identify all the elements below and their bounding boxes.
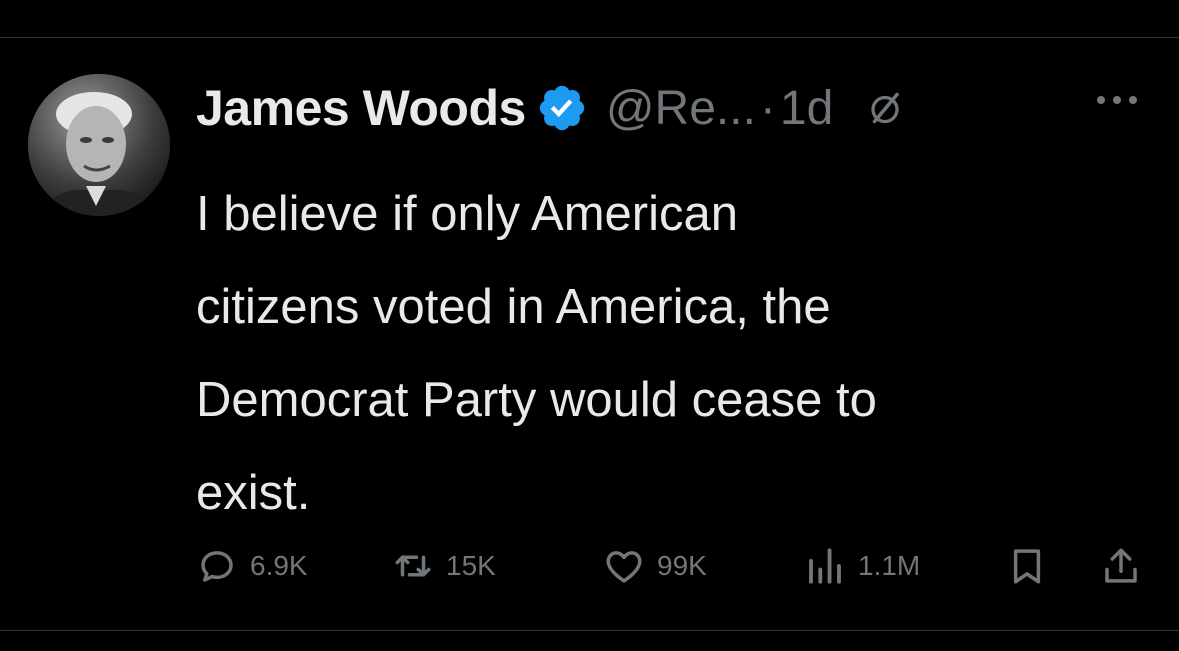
retweet-icon	[392, 545, 434, 587]
bookmark-button[interactable]	[1006, 540, 1048, 592]
author-name[interactable]: James Woods	[196, 79, 526, 137]
like-button[interactable]: 99K	[603, 540, 707, 592]
tweet-text-line: citizens voted in America, the	[196, 280, 831, 334]
retweet-count: 15K	[446, 550, 496, 581]
reply-count: 6.9K	[250, 550, 308, 581]
meta-separator: ·	[759, 81, 776, 135]
views-button[interactable]: 1.1M	[804, 540, 920, 592]
views-icon	[804, 545, 846, 587]
top-divider	[0, 37, 1179, 38]
author-handle[interactable]: @Re...	[606, 81, 756, 136]
verified-badge-icon[interactable]	[536, 82, 588, 134]
share-icon	[1100, 545, 1142, 587]
tweet-text-line: I believe if only American	[196, 187, 738, 241]
tweet-text-line: exist.	[196, 466, 311, 520]
tweet-timestamp[interactable]: 1d	[780, 81, 833, 136]
avatar-photo	[28, 74, 170, 216]
tweet-header: James Woods @Re... · 1d	[196, 76, 1159, 140]
grok-icon[interactable]	[867, 90, 903, 126]
tweet-text: I believe if only American citizens vote…	[196, 168, 1156, 540]
more-icon[interactable]	[1093, 92, 1141, 108]
action-bar: 6.9K 15K 99K 1.1M	[0, 540, 1179, 592]
reply-button[interactable]: 6.9K	[196, 540, 308, 592]
bookmark-icon	[1006, 545, 1048, 587]
reply-icon	[196, 545, 238, 587]
share-button[interactable]	[1100, 540, 1142, 592]
like-count: 99K	[657, 550, 707, 581]
retweet-button[interactable]: 15K	[392, 540, 496, 592]
avatar[interactable]	[28, 74, 170, 216]
views-count: 1.1M	[858, 550, 921, 581]
bottom-divider	[0, 630, 1179, 631]
heart-icon	[603, 545, 645, 587]
tweet-text-line: Democrat Party would cease to	[196, 373, 877, 427]
